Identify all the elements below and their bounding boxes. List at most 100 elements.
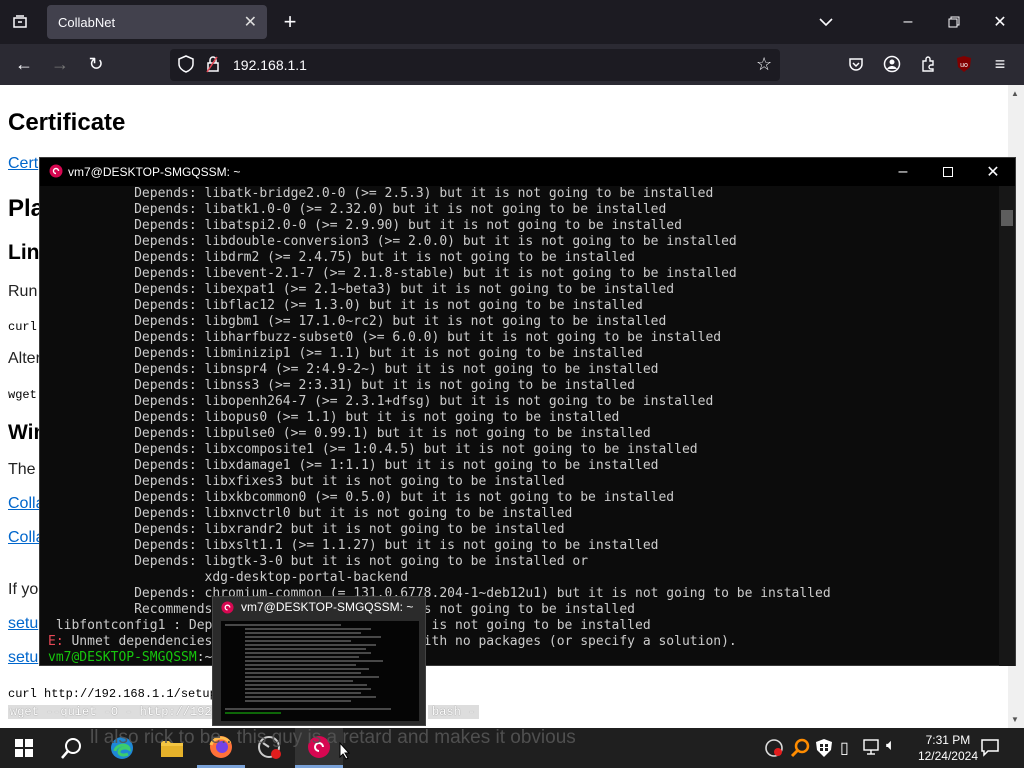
terminal-line: Depends: libflac12 (>= 1.3.0) but it is … xyxy=(48,298,643,313)
wget-command-short: wget xyxy=(8,388,37,402)
forward-button[interactable]: → xyxy=(46,50,74,78)
terminal-minimize-button[interactable]: – xyxy=(893,162,913,182)
terminal-title-bar[interactable]: vm7@DESKTOP-SMGQSSM: ~ – ✕ xyxy=(40,158,1015,186)
account-icon[interactable] xyxy=(878,50,906,78)
terminal-line: Depends: chromium-common (= 131.0.6778.2… xyxy=(48,586,831,601)
terminal-line: Depends: libdouble-conversion3 (>= 2.0.0… xyxy=(48,234,737,249)
network-icon[interactable] xyxy=(862,738,880,761)
hamburger-menu-icon[interactable]: ≡ xyxy=(986,50,1014,78)
terminal-scroll-thumb[interactable] xyxy=(1001,210,1013,226)
error-prefix: E: xyxy=(48,634,64,649)
terminal-line: Depends: libatspi2.0-0 (>= 2.9.90) but i… xyxy=(48,218,682,233)
preview-title: vm7@DESKTOP-SMGQSSM: ~ xyxy=(241,600,414,614)
shield-icon[interactable] xyxy=(178,55,194,77)
if-you-text: If yo xyxy=(8,581,39,598)
system-clock[interactable]: 7:31 PM 12/24/2024 xyxy=(918,732,978,764)
terminal-line: Depends: libopenh264-7 (>= 2.3.1+dfsg) b… xyxy=(48,394,714,409)
url-text: 192.168.1.1 xyxy=(233,57,307,73)
browser-tab-bar: CollabNet ✕ + – ✕ xyxy=(0,0,1024,44)
terminal-line: Depends: libxnvctrl0 but it is not going… xyxy=(48,506,573,521)
terminal-maximize-button[interactable] xyxy=(938,162,958,182)
terminal-line: Depends: libatk-bridge2.0-0 (>= 2.5.3) b… xyxy=(48,186,714,201)
overlay-caption: ll also rick to be.. this guy is a retar… xyxy=(90,727,576,748)
tray-search-app-icon[interactable] xyxy=(790,738,810,763)
terminal-window[interactable]: vm7@DESKTOP-SMGQSSM: ~ – ✕ Depends: liba… xyxy=(39,157,1016,666)
debian-icon xyxy=(221,601,234,619)
terminal-line: Depends: libnspr4 (>= 2:4.9-2~) but it i… xyxy=(48,362,659,377)
preview-terminal-image xyxy=(221,621,419,721)
debian-icon xyxy=(49,164,63,181)
terminal-scrollbar[interactable] xyxy=(999,186,1015,666)
terminal-line: Depends: libpulse0 (>= 0.99.1) but it is… xyxy=(48,426,651,441)
run-text: Run xyxy=(8,283,38,300)
setup-link-1[interactable]: setu xyxy=(8,615,38,633)
minimize-window-button[interactable]: – xyxy=(896,10,920,34)
terminal-line: Depends: libxdamage1 (>= 1:1.1) but it i… xyxy=(48,458,659,473)
bookmark-star-icon[interactable]: ☆ xyxy=(756,54,772,75)
scroll-down-icon[interactable]: ▼ xyxy=(1011,715,1019,724)
close-tab-icon[interactable]: ✕ xyxy=(244,12,257,32)
terminal-line: xdg-desktop-portal-backend xyxy=(48,570,409,585)
scroll-up-icon[interactable]: ▲ xyxy=(1011,89,1019,98)
wget-setup-command: wget --quiet -O - http://192. xyxy=(8,705,221,719)
terminal-line: Depends: libdrm2 (>= 2.4.75) but it is n… xyxy=(48,250,635,265)
extensions-icon[interactable] xyxy=(914,50,942,78)
terminal-line: Depends: libxkbcommon0 (>= 0.5.0) but it… xyxy=(48,490,675,505)
curl-command-short: curl xyxy=(8,320,37,334)
search-icon[interactable] xyxy=(48,728,96,768)
terminal-close-button[interactable]: ✕ xyxy=(983,162,1003,182)
clock-time: 7:31 PM xyxy=(925,733,971,747)
terminal-line: Depends: libopus0 (>= 1.1) but it is not… xyxy=(48,410,620,425)
setup-link-2[interactable]: setu xyxy=(8,649,38,667)
terminal-line: Depends: libatk1.0-0 (>= 2.32.0) but it … xyxy=(48,202,667,217)
terminal-line: Depends: libxslt1.1 (>= 1.1.27) but it i… xyxy=(48,538,659,553)
notification-icon[interactable] xyxy=(980,737,1000,762)
terminal-prompt[interactable]: vm7@DESKTOP-SMGQSSM:~$ xyxy=(48,650,999,666)
curl-setup-command: curl http://192.168.1.1/setup xyxy=(8,687,217,701)
terminal-line: Depends: libnss3 (>= 2:3.31) but it is n… xyxy=(48,378,635,393)
alternative-text: Alter xyxy=(8,350,41,367)
terminal-line: Depends: libxcomposite1 (>= 1:0.4.5) but… xyxy=(48,442,698,457)
terminal-line: Depends: libxfixes3 but it is not going … xyxy=(48,474,565,489)
terminal-line: Depends: libevent-2.1-7 (>= 2.1.8-stable… xyxy=(48,266,737,281)
chevron-down-icon[interactable] xyxy=(814,10,838,34)
new-tab-button[interactable]: + xyxy=(278,9,302,34)
tab-collabnet[interactable]: CollabNet ✕ xyxy=(47,5,267,39)
ublock-icon[interactable]: uo xyxy=(950,50,978,78)
back-button[interactable]: ← xyxy=(10,50,38,78)
terminal-line: libfontconfig1 : Depe but it is not goin… xyxy=(55,618,651,633)
terminal-title: vm7@DESKTOP-SMGQSSM: ~ xyxy=(68,165,241,179)
taskbar: ll also rick to be.. this guy is a retar… xyxy=(0,727,1024,768)
terminal-line: Depends: libgbm1 (>= 17.1.0~rc2) but it … xyxy=(48,314,667,329)
clock-date: 12/24/2024 xyxy=(917,749,978,763)
security-shield-icon[interactable] xyxy=(815,738,833,763)
terminal-output[interactable]: Depends: libatk-bridge2.0-0 (>= 2.5.3) b… xyxy=(40,186,999,666)
tab-list-icon[interactable] xyxy=(8,12,32,32)
prompt-user: vm7@DESKTOP-SMGQSSM xyxy=(48,650,197,665)
tray-app-icon[interactable] xyxy=(764,738,784,763)
wget-setup-command-tail: bash - xyxy=(428,705,480,719)
the-text: The xyxy=(8,461,36,478)
heading-linux: Lin xyxy=(8,241,40,264)
close-window-button[interactable]: ✕ xyxy=(988,10,1012,34)
certificate-link[interactable]: Cert xyxy=(8,155,38,173)
page-title: Certificate xyxy=(8,109,126,136)
svg-text:uo: uo xyxy=(960,62,968,69)
volume-icon[interactable]: 🔈︎ xyxy=(886,737,896,755)
lock-icon[interactable] xyxy=(206,55,220,76)
terminal-line: Depends: libharfbuzz-subset0 (>= 6.0.0) … xyxy=(48,330,722,345)
pocket-icon[interactable] xyxy=(842,50,870,78)
tab-title: CollabNet xyxy=(58,14,116,30)
terminal-line: Recommends: it is not going to be instal… xyxy=(134,602,635,617)
url-bar[interactable]: 192.168.1.1 ☆ xyxy=(170,49,780,81)
start-windows-icon[interactable] xyxy=(0,728,48,768)
terminal-error-line: E: Unmet dependencies. stall' with no pa… xyxy=(48,634,999,650)
terminal-line: Depends: libexpat1 (>= 2.1~beta3) but it… xyxy=(48,282,675,297)
terminal-line: Depends: libxrandr2 but it is not going … xyxy=(48,522,565,537)
reload-button[interactable]: ↻ xyxy=(82,50,110,78)
terminal-line: Depends: libgtk-3-0 but it is not going … xyxy=(48,554,589,569)
terminal-line: Depends: libminizip1 (>= 1.1) but it is … xyxy=(48,346,643,361)
taskbar-thumbnail-preview[interactable]: vm7@DESKTOP-SMGQSSM: ~ xyxy=(212,596,426,726)
device-icon[interactable]: ▯ xyxy=(840,738,849,758)
restore-window-button[interactable] xyxy=(942,10,966,34)
